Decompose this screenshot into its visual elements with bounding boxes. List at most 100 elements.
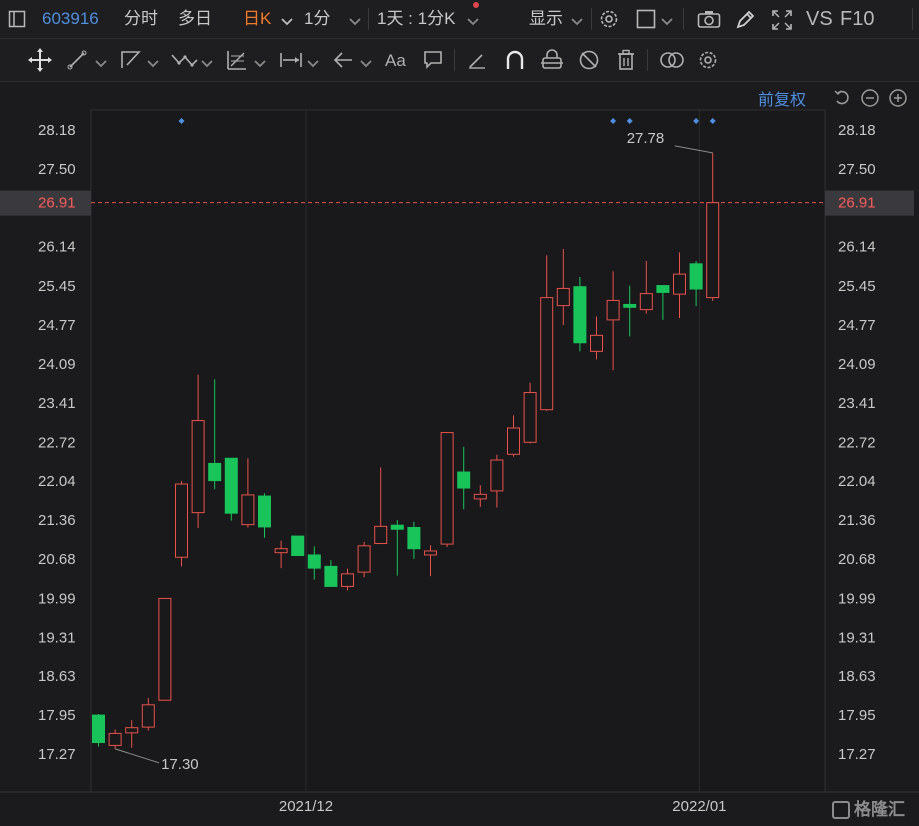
- candle-body: [108, 732, 122, 746]
- y-tick-label-left: 22.72: [38, 434, 76, 451]
- f10-button[interactable]: F10: [840, 0, 874, 38]
- candle-body: [191, 420, 205, 514]
- high-label: 27.78: [627, 130, 665, 147]
- y-tick-label-right: 24.77: [838, 317, 876, 334]
- chevron-down-icon[interactable]: [281, 14, 293, 32]
- y-tick-label-right: 20.68: [838, 551, 876, 568]
- logo-icon: [832, 801, 850, 819]
- display-menu[interactable]: 显示: [529, 0, 563, 38]
- y-tick-label-right: 26.14: [838, 239, 876, 256]
- tab-fenshi[interactable]: 分时: [124, 0, 158, 38]
- watermark-text: 格隆汇: [854, 800, 905, 819]
- camera-icon[interactable]: [697, 9, 721, 29]
- polyline-tool-icon[interactable]: [119, 49, 143, 71]
- y-tick-label-left: 22.04: [38, 473, 76, 490]
- candle-body: [92, 714, 105, 744]
- candle: [573, 276, 587, 352]
- chevron-down-icon[interactable]: [571, 14, 583, 32]
- tab-1fen[interactable]: 1分: [304, 0, 330, 38]
- tab-duori[interactable]: 多日: [178, 0, 212, 38]
- candle-body: [258, 495, 271, 528]
- candle-body: [374, 525, 388, 545]
- y-tick-label-right: 22.04: [838, 473, 876, 490]
- tab-1tian-1fenk[interactable]: 1天 : 1分K: [377, 0, 455, 38]
- candle-body: [457, 471, 471, 489]
- settings-icon[interactable]: [598, 8, 620, 30]
- y-tick-label-left: 24.77: [38, 317, 76, 334]
- y-tick-label-left: 21.36: [38, 512, 76, 529]
- tab-rik[interactable]: 日K: [243, 0, 271, 38]
- candle-body: [341, 573, 354, 587]
- candle-body: [324, 565, 338, 587]
- settings-icon[interactable]: [697, 49, 719, 71]
- range-tool-icon[interactable]: [279, 50, 303, 70]
- trash-icon[interactable]: [616, 49, 636, 71]
- y-tick-label-left: 28.18: [38, 122, 76, 139]
- lock-icon[interactable]: [540, 49, 564, 71]
- pen-icon[interactable]: [734, 9, 756, 31]
- crosshair-icon[interactable]: [28, 48, 52, 72]
- y-tick-label-right: 23.41: [838, 395, 876, 412]
- y-tick-label-right: 22.72: [838, 434, 876, 451]
- y-tick-label-right: 21.36: [838, 512, 876, 529]
- candle: [357, 541, 371, 578]
- line-tool-icon[interactable]: [67, 50, 87, 70]
- layout-icon[interactable]: [636, 9, 656, 29]
- separator: [454, 49, 455, 71]
- chevron-down-icon[interactable]: [360, 56, 372, 74]
- candle-body: [656, 285, 670, 293]
- magnet-icon[interactable]: [504, 49, 526, 71]
- chevron-down-icon[interactable]: [307, 56, 319, 74]
- fullscreen-icon[interactable]: [771, 9, 793, 31]
- y-tick-label-right: 28.18: [838, 122, 876, 139]
- fib-tool-icon[interactable]: [225, 48, 249, 72]
- arrow-tool-icon[interactable]: [332, 50, 354, 70]
- y-tick-label-right: 17.27: [838, 746, 876, 763]
- x-tick-label: 2022/01: [672, 798, 726, 815]
- y-tick-label-left: 19.31: [38, 629, 76, 646]
- candle-body: [606, 299, 620, 321]
- candle: [224, 457, 238, 521]
- candle-body: [440, 432, 454, 545]
- text-tool-icon[interactable]: Aa: [384, 49, 410, 71]
- chevron-down-icon[interactable]: [661, 14, 673, 32]
- hide-icon[interactable]: [578, 49, 600, 71]
- candle: [440, 432, 454, 547]
- candle-body: [490, 459, 504, 492]
- panel-icon[interactable]: [8, 10, 26, 28]
- separator: [647, 49, 648, 71]
- candle: [158, 597, 172, 701]
- chevron-down-icon[interactable]: [467, 14, 479, 32]
- vs-button[interactable]: VS: [806, 0, 833, 38]
- candle-body: [291, 535, 305, 557]
- y-tick-label-right: 17.95: [838, 707, 876, 724]
- chevron-down-icon[interactable]: [95, 56, 107, 74]
- candle-body: [125, 727, 139, 734]
- y-tick-label-right: 24.09: [838, 356, 876, 373]
- candle-body: [307, 554, 321, 569]
- candle-body: [507, 427, 520, 455]
- chevron-down-icon[interactable]: [254, 56, 266, 74]
- y-tick-label-left: 23.41: [38, 395, 76, 412]
- candle: [291, 535, 305, 557]
- note-tool-icon[interactable]: [423, 50, 443, 70]
- eraser-icon[interactable]: [467, 50, 487, 70]
- candle-body: [175, 483, 188, 558]
- drawing-toolbar: Aa: [0, 39, 919, 82]
- y-tick-label-left: 25.45: [38, 278, 76, 295]
- candle-body: [573, 286, 587, 344]
- notification-dot: [473, 2, 479, 8]
- candlestick-chart[interactable]: 28.18 28.18 27.50 27.50 26.91 26.91 26.14 26.14…: [0, 82, 919, 826]
- grid: [0, 109, 919, 793]
- low-label: 17.30: [161, 756, 199, 773]
- chevron-down-icon[interactable]: [147, 56, 159, 74]
- chevron-down-icon[interactable]: [201, 56, 213, 74]
- stock-code[interactable]: 603916: [42, 0, 99, 38]
- candle-body: [623, 303, 637, 308]
- candle-body: [141, 704, 155, 728]
- separator: [368, 8, 369, 30]
- chevron-down-icon[interactable]: [349, 14, 361, 32]
- wave-tool-icon[interactable]: [170, 49, 198, 71]
- candle-body: [241, 494, 255, 526]
- compare-icon[interactable]: [659, 50, 685, 70]
